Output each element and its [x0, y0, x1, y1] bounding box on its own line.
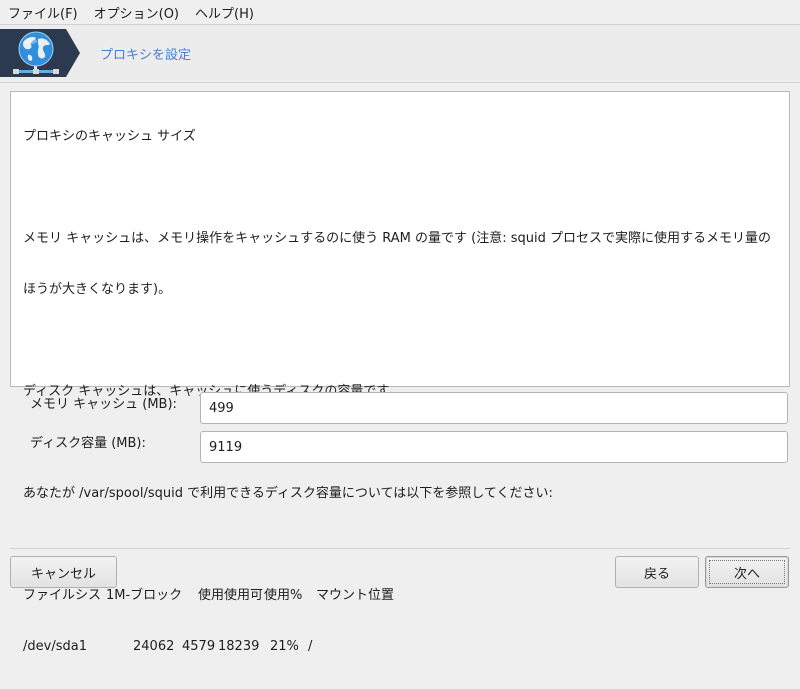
- back-button[interactable]: 戻る: [615, 556, 699, 588]
- header-banner: プロキシを設定: [0, 25, 800, 83]
- cancel-button[interactable]: キャンセル: [10, 556, 117, 588]
- page-title: プロキシを設定: [100, 48, 192, 63]
- df-filesystem: /dev/sda1: [23, 639, 87, 654]
- info-heading: プロキシのキャッシュ サイズ: [23, 129, 196, 144]
- memory-cache-label: メモリ キャッシュ (MB):: [30, 397, 177, 412]
- globe-network-icon: [0, 29, 80, 79]
- menu-help[interactable]: ヘルプ(H): [187, 3, 262, 22]
- df-col-available: 使用可: [224, 588, 264, 603]
- df-data-row: /dev/sda1 24062 4579 18239 21% /: [23, 638, 781, 655]
- next-button-label: 次へ: [733, 566, 760, 582]
- df-col-blocks: 1M-ブロック: [106, 588, 183, 603]
- memory-cache-input[interactable]: 499: [200, 392, 788, 424]
- memory-cache-description-line2: ほうが大きくなります)。: [23, 282, 172, 297]
- df-available: 18239: [218, 639, 260, 654]
- menu-options[interactable]: オプション(O): [86, 3, 187, 22]
- df-mountpoint: /: [308, 639, 313, 654]
- df-col-mountpoint: マウント位置: [316, 588, 395, 603]
- refer-instructions: あなたが /var/spool/squid で利用できるディスク容量については以…: [23, 486, 553, 501]
- df-col-used: 使用: [198, 588, 225, 603]
- df-used: 4579: [182, 639, 216, 654]
- df-usepercent: 21%: [270, 639, 299, 654]
- df-col-filesystem: ファイルシス: [23, 588, 102, 603]
- df-blocks: 24062: [133, 639, 175, 654]
- df-col-usepercent: 使用%: [264, 588, 303, 603]
- info-text-panel[interactable]: プロキシのキャッシュ サイズ メモリ キャッシュは、メモリ操作をキャッシュするの…: [10, 91, 790, 654]
- memory-cache-description-line1: メモリ キャッシュは、メモリ操作をキャッシュするのに使う RAM の量です (注…: [23, 231, 771, 246]
- df-header-row: ファイルシス 1M-ブロック 使用 使用可 使用% マウント位置: [23, 587, 781, 604]
- menubar: ファイル(F) オプション(O) ヘルプ(H): [0, 0, 800, 24]
- disk-space-input[interactable]: 9119: [200, 431, 788, 463]
- disk-space-label: ディスク容量 (MB):: [30, 436, 146, 451]
- menu-file[interactable]: ファイル(F): [0, 3, 86, 22]
- next-button[interactable]: 次へ: [705, 556, 789, 588]
- button-bar-divider: [10, 548, 790, 549]
